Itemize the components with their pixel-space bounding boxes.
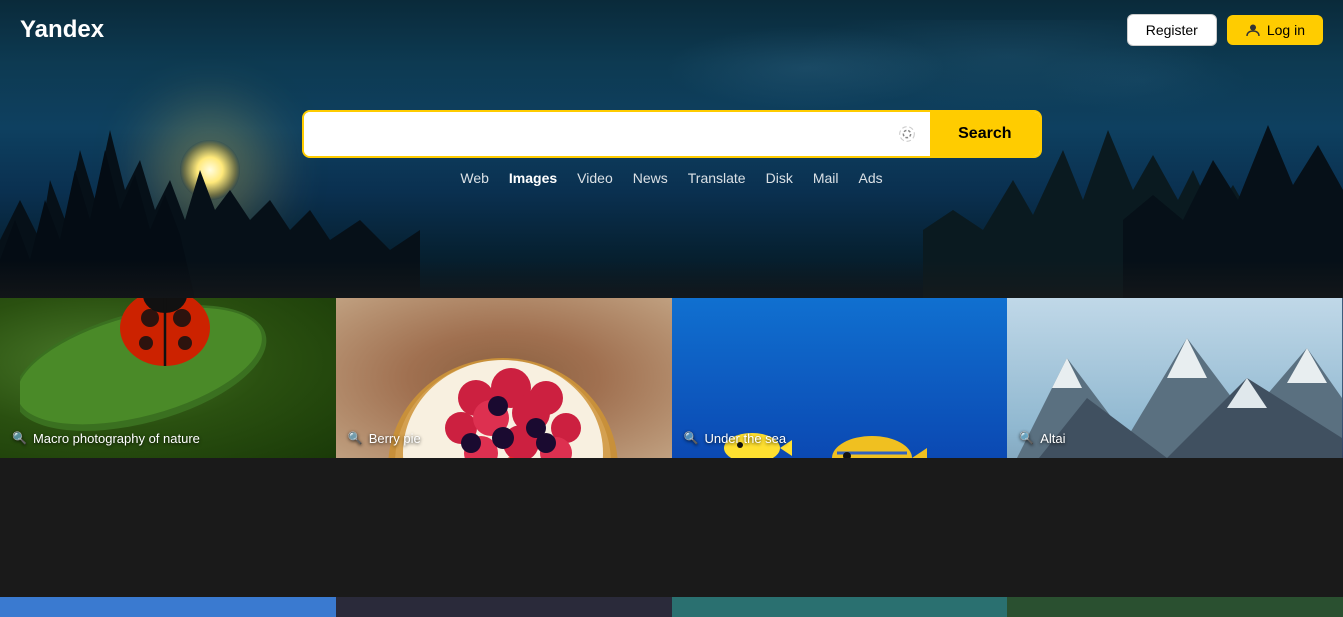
camera-search-button[interactable] <box>884 123 930 145</box>
ladybug-label: 🔍 Macro photography of nature <box>12 431 200 446</box>
camera-icon <box>896 123 918 145</box>
ladybug-illustration <box>20 298 336 438</box>
nav-images[interactable]: Images <box>509 170 557 186</box>
search-bar: Search <box>302 110 1042 158</box>
altai-label: 🔍 Altai <box>1019 431 1065 446</box>
nav-video[interactable]: Video <box>577 170 613 186</box>
ladybug-label-text: Macro photography of nature <box>33 431 200 446</box>
nav-translate[interactable]: Translate <box>688 170 746 186</box>
search-button[interactable]: Search <box>930 112 1039 156</box>
search-input[interactable] <box>304 112 885 156</box>
search-icon-berrypie: 🔍 <box>348 431 363 445</box>
sea-label-text: Under the sea <box>704 431 786 446</box>
header-buttons: Register Log in <box>1127 14 1323 46</box>
nav-ads[interactable]: Ads <box>859 170 883 186</box>
grid-item-berrypie[interactable]: 🔍 Berry pie <box>336 298 672 458</box>
nav-mail[interactable]: Mail <box>813 170 839 186</box>
strip-3 <box>672 597 1008 617</box>
grid-item-ladybug[interactable]: 🔍 Macro photography of nature <box>0 298 336 458</box>
nav-news[interactable]: News <box>633 170 668 186</box>
strip-4 <box>1007 597 1343 617</box>
grid-item-sea[interactable]: 🔍 Under the sea <box>672 298 1008 458</box>
login-label: Log in <box>1267 22 1305 38</box>
search-area: Search Web Images Video News Translate D… <box>302 110 1042 186</box>
search-navigation: Web Images Video News Translate Disk Mai… <box>302 170 1042 186</box>
altai-label-text: Altai <box>1040 431 1065 446</box>
logo: Yandex <box>20 16 104 44</box>
register-button[interactable]: Register <box>1127 14 1217 46</box>
nav-web[interactable]: Web <box>460 170 489 186</box>
bottom-strip <box>0 597 1343 617</box>
logo-text: Yandex <box>20 16 104 43</box>
user-icon <box>1245 22 1261 38</box>
login-button[interactable]: Log in <box>1227 15 1323 45</box>
grid-item-altai[interactable]: 🔍 Altai <box>1007 298 1343 458</box>
sea-label: 🔍 Under the sea <box>684 431 787 446</box>
search-icon-sea: 🔍 <box>684 431 699 445</box>
nav-disk[interactable]: Disk <box>766 170 793 186</box>
image-grid: 🔍 Macro photography of nature <box>0 298 1343 617</box>
search-icon-altai: 🔍 <box>1019 431 1034 445</box>
berrypie-label-text: Berry pie <box>369 431 421 446</box>
strip-2 <box>336 597 672 617</box>
header: Yandex Register Log in <box>0 0 1343 60</box>
berrypie-label: 🔍 Berry pie <box>348 431 421 446</box>
strip-1 <box>0 597 336 617</box>
search-icon-ladybug: 🔍 <box>12 431 27 445</box>
